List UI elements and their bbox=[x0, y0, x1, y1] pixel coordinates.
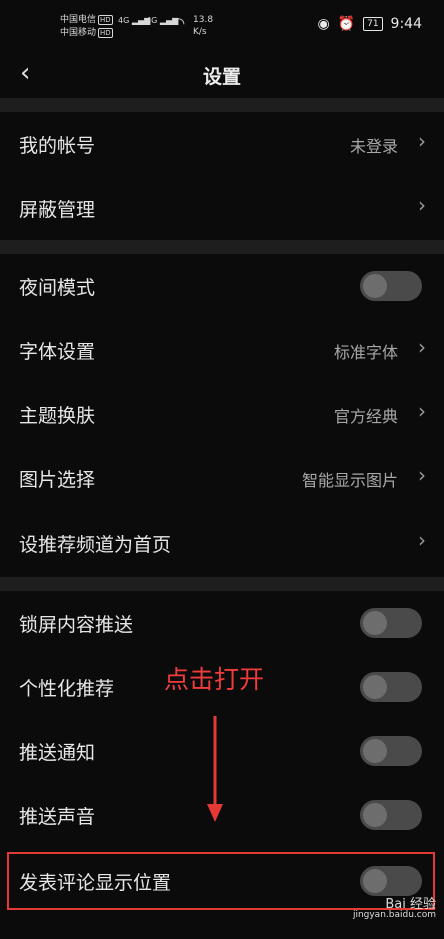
section-divider bbox=[0, 98, 444, 112]
battery-indicator: 71 bbox=[363, 17, 383, 31]
toggle-knob bbox=[363, 803, 387, 827]
row-label: 字体设置 bbox=[19, 341, 96, 363]
row-value: 官方经典 bbox=[333, 407, 398, 426]
carrier-info: 中国电信 HD 中国移动 HD bbox=[60, 14, 113, 40]
row-value: 智能显示图片 bbox=[301, 471, 398, 490]
settings-row-font[interactable]: 字体设置 标准字体 › bbox=[0, 318, 444, 382]
alarm-icon: ⏰ bbox=[337, 16, 356, 32]
settings-row-account[interactable]: 我的帐号 未登录 › bbox=[0, 112, 444, 176]
nav-bar: ‹ 设置 bbox=[0, 52, 444, 96]
row-label: 设推荐频道为首页 bbox=[19, 534, 172, 556]
wifi-icon: ◠ bbox=[172, 14, 186, 32]
arrow-down-icon bbox=[207, 716, 223, 822]
status-right: ◉ ⏰ 71 9:44 bbox=[317, 16, 422, 32]
annotation-text: 点击打开 bbox=[164, 665, 265, 694]
section-divider bbox=[0, 577, 444, 591]
lockscreen-push-toggle[interactable] bbox=[360, 608, 422, 638]
settings-row-night-mode: 夜间模式 bbox=[0, 254, 444, 318]
carrier-2: 中国移动 bbox=[60, 28, 97, 38]
row-value: 未登录 bbox=[349, 137, 398, 156]
row-label: 推送声音 bbox=[19, 806, 96, 828]
toggle-knob bbox=[363, 611, 387, 635]
row-label: 推送通知 bbox=[19, 742, 96, 764]
settings-row-image[interactable]: 图片选择 智能显示图片 › bbox=[0, 446, 444, 510]
row-label: 图片选择 bbox=[19, 469, 96, 491]
settings-row-lockscreen-push: 锁屏内容推送 bbox=[0, 591, 444, 655]
carrier-1: 中国电信 bbox=[60, 15, 97, 25]
row-label: 锁屏内容推送 bbox=[19, 614, 134, 636]
row-label: 屏蔽管理 bbox=[19, 199, 96, 221]
personalized-toggle[interactable] bbox=[360, 672, 422, 702]
watermark-url: jingyan.baidu.com bbox=[352, 910, 436, 920]
chevron-right-icon: › bbox=[418, 463, 426, 487]
settings-row-home-channel[interactable]: 设推荐频道为首页 › bbox=[0, 511, 444, 575]
clock: 9:44 bbox=[390, 16, 422, 32]
toggle-knob bbox=[363, 739, 387, 763]
row-value: 标准字体 bbox=[333, 343, 398, 362]
row-label: 夜间模式 bbox=[19, 277, 96, 299]
hd-badge: HD bbox=[98, 15, 113, 25]
chevron-right-icon: › bbox=[418, 129, 426, 153]
chevron-right-icon: › bbox=[418, 399, 426, 423]
hd-badge-2: HD bbox=[98, 28, 113, 38]
row-label: 我的帐号 bbox=[19, 135, 96, 157]
chevron-right-icon: › bbox=[418, 528, 426, 552]
toggle-knob bbox=[363, 274, 387, 298]
section-divider bbox=[0, 240, 444, 254]
night-mode-toggle[interactable] bbox=[360, 271, 422, 301]
row-label: 主题换肤 bbox=[19, 405, 96, 427]
settings-row-block-manage[interactable]: 屏蔽管理 › bbox=[0, 176, 444, 240]
eye-icon: ◉ bbox=[317, 16, 330, 32]
push-notify-toggle[interactable] bbox=[360, 736, 422, 766]
chevron-right-icon: › bbox=[418, 335, 426, 359]
row-label: 个性化推荐 bbox=[19, 678, 115, 700]
push-sound-toggle[interactable] bbox=[360, 800, 422, 830]
watermark: Bai 经验 jingyan.baidu.com bbox=[353, 893, 436, 920]
settings-row-theme[interactable]: 主题换肤 官方经典 › bbox=[0, 382, 444, 446]
chevron-right-icon: › bbox=[418, 193, 426, 217]
network-speed: 13.8 K/s bbox=[193, 15, 214, 37]
status-bar: 中国电信 HD 中国移动 HD 4G ▂▄▆ 4G ▂▄▆ ◠ 13.8 K/s ◉… bbox=[0, 0, 444, 52]
toggle-knob bbox=[363, 675, 387, 699]
page-title: 设置 bbox=[202, 66, 241, 88]
